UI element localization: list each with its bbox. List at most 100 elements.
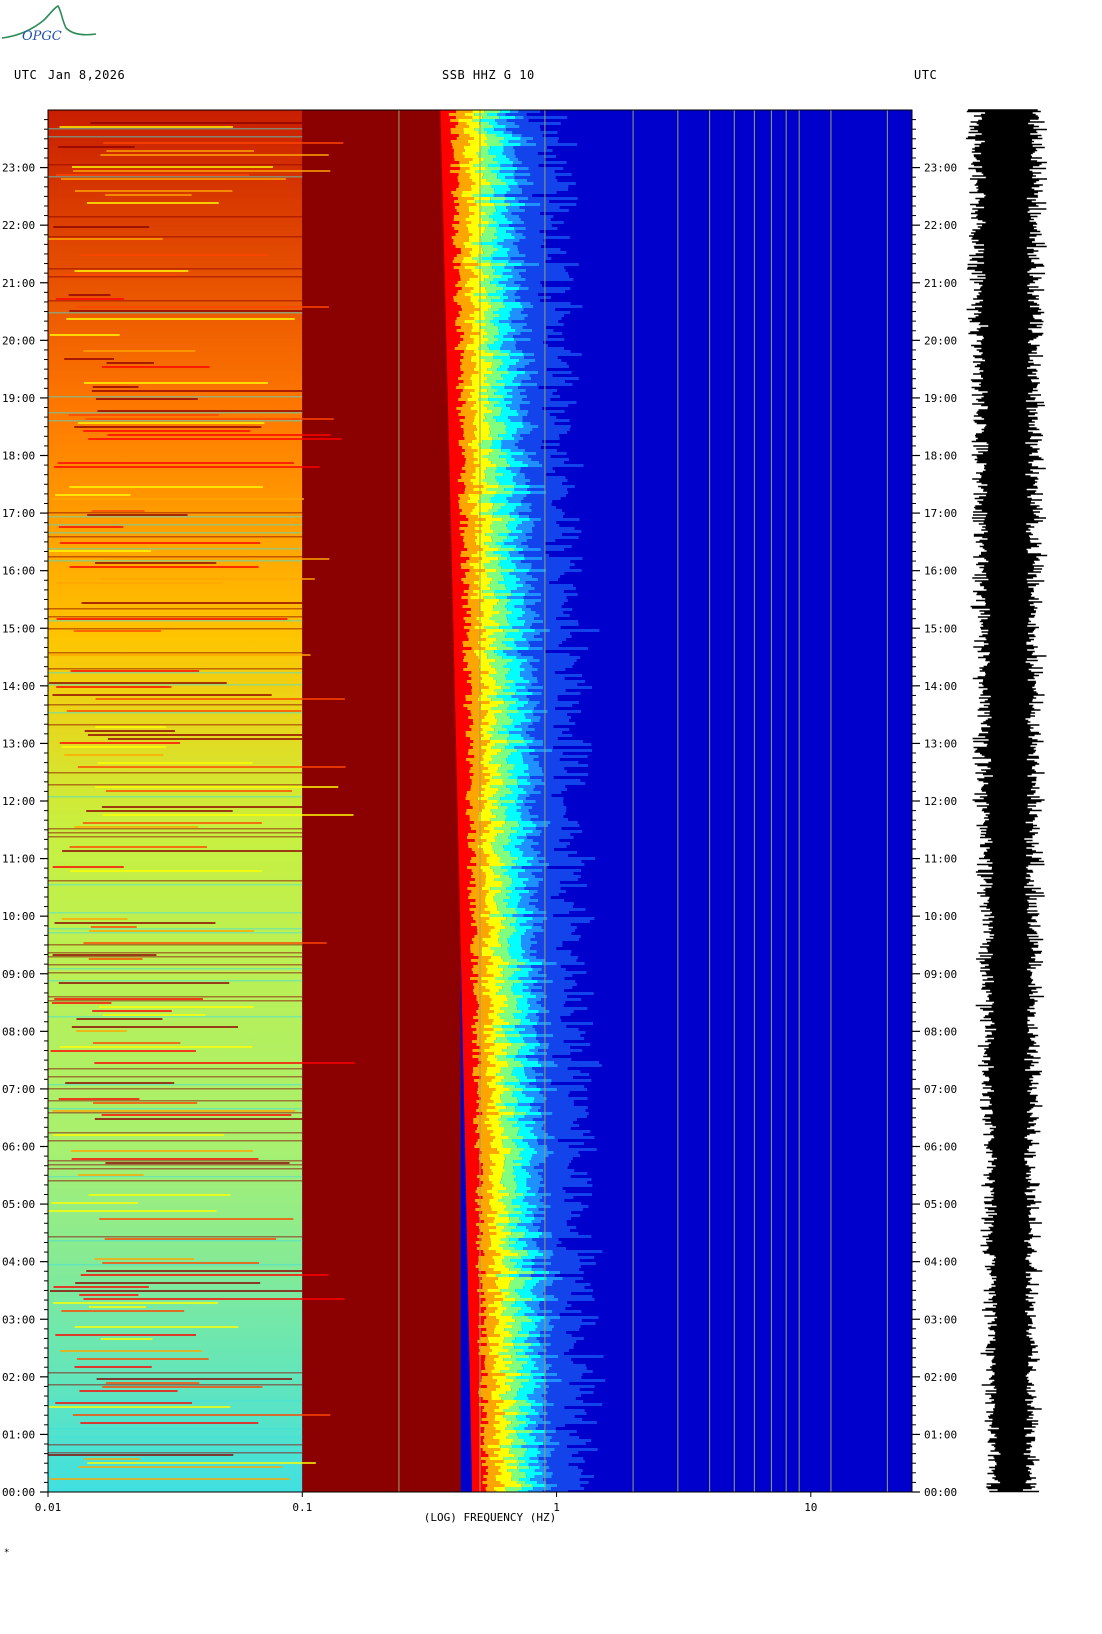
heatmap-transition-cell: [507, 947, 522, 950]
heatmap-transition-cell: [493, 605, 506, 608]
heatmap-transition-cell: [469, 824, 488, 827]
heatmap-streak: [48, 944, 303, 946]
heatmap-streak: [58, 146, 135, 148]
heatmap-transition-cell: [533, 656, 581, 659]
heatmap-transition-cell: [455, 320, 465, 323]
heatmap-transition-cell: [530, 992, 544, 995]
heatmap-streak: [105, 194, 192, 196]
heatmap-transition-cell: [471, 968, 488, 971]
heatmap-transition-cell: [559, 1442, 586, 1445]
heatmap-transition-cell: [500, 350, 511, 353]
heatmap-transition-cell: [491, 1169, 505, 1172]
heatmap-transition-cell: [546, 1481, 589, 1484]
heatmap-transition-cell: [512, 1139, 523, 1142]
heatmap-transition-cell: [530, 776, 554, 779]
y-tick-label-right: 11:00: [924, 853, 957, 866]
heatmap-transition-cell: [475, 1022, 493, 1025]
heatmap-transition-cell: [479, 1445, 488, 1448]
heatmap-transition-cell: [505, 113, 527, 116]
heatmap-transition-cell: [541, 830, 583, 833]
heatmap-transition-cell: [498, 1319, 516, 1322]
y-tick-label-right: 12:00: [924, 795, 957, 808]
heatmap-transition-cell: [541, 986, 573, 989]
heatmap-transition-cell: [513, 1091, 523, 1094]
heatmap-transition-cell: [461, 1004, 480, 1007]
heatmap-transition-cell: [514, 1016, 526, 1019]
heatmap-transition-cell: [467, 593, 478, 596]
heatmap-transition-cell: [486, 920, 502, 923]
heatmap-transition-cell: [500, 1271, 518, 1274]
heatmap-transition-cell: [489, 740, 508, 743]
heatmap-transition-cell: [541, 1112, 553, 1115]
heatmap-transition-cell: [501, 449, 511, 452]
heatmap-transition-cell: [520, 671, 532, 674]
heatmap-transition-cell: [538, 881, 560, 884]
heatmap-transition-cell: [474, 911, 491, 914]
heatmap-transition-cell: [480, 464, 497, 467]
heatmap-transition-cell: [498, 1406, 510, 1409]
heatmap-transition-cell: [501, 1301, 516, 1304]
heatmap-transition-cell: [519, 1154, 533, 1157]
heatmap-transition-cell: [532, 1430, 545, 1433]
heatmap-transition-cell: [514, 725, 529, 728]
heatmap-transition-cell: [479, 866, 491, 869]
heatmap-transition-cell: [504, 1082, 521, 1085]
heatmap-transition-cell: [482, 590, 495, 593]
heatmap-transition-cell: [457, 344, 467, 347]
heatmap-transition-cell: [448, 434, 464, 437]
heatmap-transition-cell: [489, 830, 505, 833]
heatmap-transition-cell: [504, 1103, 518, 1106]
heatmap-transition-cell: [480, 689, 495, 692]
heatmap-transition-cell: [520, 143, 537, 146]
heatmap-transition-cell: [449, 476, 462, 479]
heatmap-transition-cell: [483, 251, 494, 254]
heatmap-transition-cell: [493, 251, 508, 254]
heatmap-transition-cell: [533, 1487, 551, 1490]
heatmap-transition-cell: [503, 665, 520, 668]
heatmap-red-band: [302, 110, 461, 1492]
heatmap-transition-cell: [500, 1070, 513, 1073]
heatmap-transition-cell: [488, 149, 504, 152]
heatmap-transition-cell: [492, 1256, 505, 1259]
heatmap-transition-cell: [448, 446, 463, 449]
heatmap-streak: [92, 386, 139, 388]
heatmap-transition-cell: [538, 1058, 572, 1061]
heatmap-transition-cell: [472, 158, 484, 161]
heatmap-transition-cell: [543, 929, 575, 932]
heatmap-transition-cell: [460, 959, 471, 962]
heatmap-transition-cell: [496, 569, 515, 572]
heatmap-transition-cell: [483, 614, 493, 617]
heatmap-transition-cell: [444, 257, 454, 260]
heatmap-transition-cell: [446, 338, 464, 341]
heatmap-transition-cell: [445, 290, 458, 293]
heatmap-transition-cell: [480, 644, 490, 647]
heatmap-transition-cell: [487, 1445, 501, 1448]
heatmap-transition-cell: [495, 983, 514, 986]
heatmap-transition-cell: [493, 677, 507, 680]
heatmap-transition-cell: [525, 1169, 544, 1172]
heatmap-transition-cell: [458, 398, 468, 401]
heatmap-transition-cell: [476, 1247, 489, 1250]
heatmap-streak: [102, 1014, 206, 1016]
heatmap-transition-cell: [483, 1442, 500, 1445]
heatmap-transition-cell: [521, 818, 531, 821]
heatmap-transition-cell: [448, 422, 464, 425]
heatmap-transition-cell: [478, 155, 497, 158]
heatmap-transition-cell: [504, 980, 522, 983]
heatmap-transition-cell: [464, 266, 476, 269]
heatmap-streak: [68, 294, 111, 296]
heatmap-transition-cell: [459, 914, 472, 917]
y-tick-label-left: 18:00: [2, 450, 35, 463]
heatmap-transition-cell: [504, 1169, 515, 1172]
heatmap-streak: [48, 268, 303, 270]
heatmap-transition-cell: [513, 767, 529, 770]
heatmap-streak: [55, 494, 131, 496]
heatmap-transition-cell: [521, 1220, 532, 1223]
heatmap-transition-cell: [518, 857, 534, 860]
heatmap-transition-cell: [518, 1310, 535, 1313]
heatmap-transition-cell: [524, 473, 547, 476]
heatmap-transition-cell: [482, 692, 498, 695]
heatmap-transition-cell: [464, 113, 475, 116]
heatmap-transition-cell: [500, 1238, 510, 1241]
heatmap-transition-cell: [492, 1172, 503, 1175]
